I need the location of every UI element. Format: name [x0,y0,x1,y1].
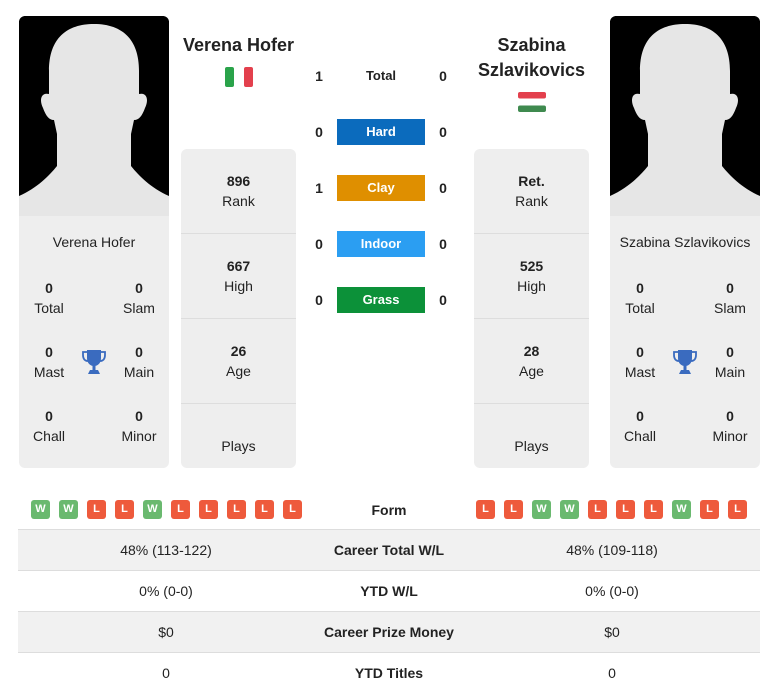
title-slam: 0 Slam [123,280,155,316]
title-main: 0 Main [123,344,155,380]
stat-high: 667 High [181,234,296,319]
h2h-p2-wins: 0 [439,236,447,252]
h2h-row-indoor: 0 Indoor 0 [305,231,457,257]
player1-photo [19,16,169,216]
form-win-badge[interactable]: W [560,500,579,519]
row-label: YTD W/L [360,583,418,599]
comparison-row-ytd-titles: 0 YTD Titles 0 [18,653,760,694]
h2h-row-grass: 0 Grass 0 [305,287,457,313]
player1-stats-panel: 896 Rank 667 High 26 Age Plays [181,149,296,468]
surface-total-label: Total [365,68,397,83]
comparison-row-prize-money: $0 Career Prize Money $0 [18,612,760,653]
row-label: Career Total W/L [333,542,445,558]
h2h-row-total: 1 Total 0 [305,63,457,89]
player1-value: 0 [162,665,170,681]
silhouette-icon [610,16,760,216]
h2h-p1-wins: 0 [315,292,323,308]
player1-card: Verena Hofer 0 Total 0 Slam 0 Mast 0 Mai… [19,16,169,468]
form-label: Form [371,502,407,518]
form-loss-badge[interactable]: L [616,500,635,519]
h2h-row-clay: 1 Clay 0 [305,175,457,201]
h2h-p1-wins: 0 [315,124,323,140]
player2-value: 48% (109-118) [566,542,658,558]
title-mast: 0 Mast [33,344,65,380]
form-win-badge[interactable]: W [59,500,78,519]
title-total: 0 Total [34,280,64,316]
h2h-p2-wins: 0 [439,292,447,308]
title-main: 0 Main [714,344,746,380]
trophy-icon [673,350,697,374]
form-win-badge[interactable]: W [31,500,50,519]
form-loss-badge[interactable]: L [644,500,663,519]
stat-age: 26 Age [181,319,296,404]
form-loss-badge[interactable]: L [700,500,719,519]
stat-age: 28 Age [474,319,589,404]
player1-value: 48% (113-122) [120,542,212,558]
form-loss-badge[interactable]: L [728,500,747,519]
title-slam: 0 Slam [714,280,746,316]
surface-indoor-button[interactable]: Indoor [337,231,425,257]
player1-value: $0 [158,624,174,640]
title-chall: 0 Chall [624,408,656,444]
title-chall: 0 Chall [33,408,65,444]
h2h-p2-wins: 0 [439,180,447,196]
h2h-p2-wins: 0 [439,68,447,84]
form-loss-badge[interactable]: L [199,500,218,519]
silhouette-icon [19,16,169,216]
form-loss-badge[interactable]: L [283,500,302,519]
title-minor: 0 Minor [712,408,748,444]
comparison-row-career-wl: 48% (113-122) Career Total W/L 48% (109-… [18,530,760,571]
form-win-badge[interactable]: W [532,500,551,519]
player1-name-link[interactable]: Verena Hofer [170,33,307,58]
hungary-flag-icon [518,92,546,112]
form-loss-badge[interactable]: L [504,500,523,519]
stat-plays: Plays [221,438,256,454]
form-loss-badge[interactable]: L [476,500,495,519]
h2h-p1-wins: 1 [315,180,323,196]
player2-card: Szabina Szlavikovics 0 Total 0 Slam 0 Ma… [610,16,760,468]
surface-clay-button[interactable]: Clay [337,175,425,201]
h2h-p1-wins: 0 [315,236,323,252]
stat-rank: 896 Rank [181,149,296,234]
form-loss-badge[interactable]: L [227,500,246,519]
h2h-row-hard: 0 Hard 0 [305,119,457,145]
player2-stats-panel: Ret. Rank 525 High 28 Age Plays [474,149,589,468]
player1-value: 0% (0-0) [139,583,193,599]
player2-photo [610,16,760,216]
title-total: 0 Total [625,280,655,316]
stat-plays: Plays [514,438,549,454]
h2h-p1-wins: 1 [315,68,323,84]
form-loss-badge[interactable]: L [255,500,274,519]
h2h-p2-wins: 0 [439,124,447,140]
trophy-icon [82,350,106,374]
player2-value: 0 [608,665,616,681]
player2-value: $0 [604,624,620,640]
player2-name-link[interactable]: Szabina Szlavikovics [460,33,603,83]
stat-rank: Ret. Rank [474,149,589,234]
surface-hard-button[interactable]: Hard [337,119,425,145]
player1-card-name: Verena Hofer [52,234,136,250]
form-loss-badge[interactable]: L [115,500,134,519]
title-minor: 0 Minor [121,408,157,444]
form-win-badge[interactable]: W [143,500,162,519]
italy-flag-icon [225,67,253,87]
form-row: WWLLWLLLLL Form LLWWLLLWLL [18,490,760,530]
player2-value: 0% (0-0) [585,583,639,599]
comparison-row-ytd-wl: 0% (0-0) YTD W/L 0% (0-0) [18,571,760,612]
stat-high: 525 High [474,234,589,319]
form-loss-badge[interactable]: L [87,500,106,519]
form-loss-badge[interactable]: L [171,500,190,519]
player2-card-name: Szabina Szlavikovics [619,234,751,250]
form-loss-badge[interactable]: L [588,500,607,519]
row-label: YTD Titles [354,665,424,681]
row-label: Career Prize Money [324,624,454,640]
title-mast: 0 Mast [624,344,656,380]
surface-grass-button[interactable]: Grass [337,287,425,313]
form-win-badge[interactable]: W [672,500,691,519]
